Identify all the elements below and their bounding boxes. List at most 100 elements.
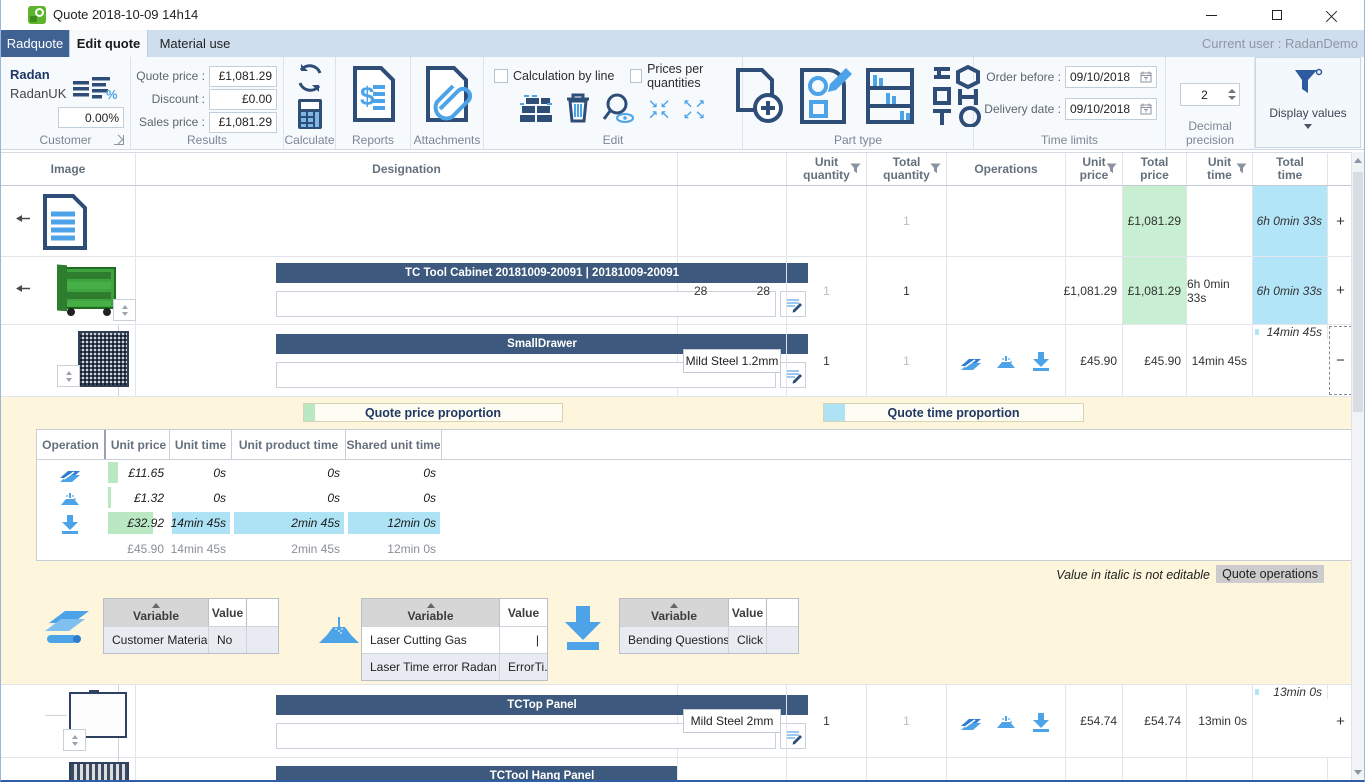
header-total-price[interactable]: Total price bbox=[1123, 153, 1187, 185]
value-column-header[interactable]: Value bbox=[500, 599, 547, 626]
cell-image bbox=[1, 325, 136, 396]
cell-unit-quantity: 1 bbox=[787, 685, 867, 757]
value-column-header[interactable]: Value bbox=[729, 599, 767, 626]
operation-row-unload[interactable]: £32.92 14min 45s 2min 45s 12min 0s bbox=[37, 510, 1357, 536]
cell-total-quantity: 1 bbox=[867, 186, 947, 256]
quantity-spinner[interactable] bbox=[63, 729, 86, 751]
quote-root-row[interactable]: 1 £1,081.29 6h 0min 33s + bbox=[1, 186, 1353, 257]
header-operations[interactable]: Operations bbox=[947, 153, 1066, 185]
filter-icon[interactable] bbox=[930, 163, 941, 174]
deburr-operation-icon[interactable] bbox=[995, 711, 1017, 731]
filter-icon[interactable] bbox=[1106, 163, 1117, 174]
header-total-time[interactable]: Total time bbox=[1253, 153, 1328, 185]
close-button[interactable] bbox=[1309, 0, 1354, 30]
header-designation[interactable]: Designation bbox=[136, 153, 678, 185]
header-unit-time[interactable]: Unit time bbox=[1187, 153, 1253, 185]
italic-note: Value in italic is not editable bbox=[1056, 568, 1210, 582]
quantity-spinner[interactable] bbox=[113, 299, 136, 321]
header-total-quantity[interactable]: Total quantity bbox=[867, 153, 947, 185]
quantity-spinner[interactable] bbox=[57, 365, 80, 387]
value-column-header[interactable]: Value bbox=[209, 599, 247, 626]
variable-row[interactable]: Laser Cutting Gas | bbox=[362, 626, 547, 653]
group-time-limits: Order before : 09/10/2018 Delivery date … bbox=[974, 57, 1166, 149]
customer-dialog-launcher-icon[interactable] bbox=[114, 135, 124, 145]
price-proportion-bar bbox=[108, 462, 118, 483]
part-row-tctop-panel[interactable]: TCTop Panel Mild Steel 2mm 1 1 £54.74 £5… bbox=[1, 685, 1353, 758]
cell-unit-time: 14min 45s bbox=[1187, 325, 1253, 396]
laser-cut-operation-icon bbox=[59, 463, 81, 483]
calculation-by-line-checkbox[interactable]: Calculation by line bbox=[494, 68, 614, 83]
assembly-row[interactable]: TC Tool Cabinet 20181009-20091 | 2018100… bbox=[1, 257, 1353, 325]
part-row-smalldrawer[interactable]: SmallDrawer Mild Steel 1.2mm 1 1 £45.90 … bbox=[1, 325, 1353, 397]
variable-column-header[interactable]: Variable bbox=[362, 599, 500, 626]
header-material[interactable] bbox=[678, 153, 787, 185]
row-expander[interactable]: + bbox=[1328, 186, 1353, 256]
tab-edit-quote[interactable]: Edit quote bbox=[69, 30, 148, 57]
header-unit-price[interactable]: Unit price bbox=[1066, 153, 1123, 185]
variable-row[interactable]: Customer Material No bbox=[104, 626, 278, 653]
discount-input[interactable] bbox=[209, 89, 277, 110]
cell-unit-quantity bbox=[787, 186, 867, 256]
edit-part-icon[interactable] bbox=[796, 66, 852, 129]
quote-price-input[interactable] bbox=[209, 66, 277, 87]
scroll-down-icon[interactable] bbox=[1352, 764, 1364, 780]
display-values-button[interactable]: Display values bbox=[1255, 57, 1361, 148]
inspect-magnifier-icon[interactable] bbox=[602, 93, 636, 126]
filter-icon[interactable] bbox=[1236, 163, 1247, 174]
quote-price-label: Quote price : bbox=[136, 69, 205, 83]
stepper-arrows-icon[interactable] bbox=[1228, 89, 1239, 100]
quote-operations-label[interactable]: Quote operations bbox=[1216, 565, 1324, 583]
calculator-icon[interactable] bbox=[295, 97, 325, 134]
operation-row-deburr[interactable]: £1.32 0s 0s 0s bbox=[37, 485, 1357, 510]
cell-material: Mild Steel 1.2mm bbox=[678, 325, 787, 396]
tab-material-use[interactable]: Material use bbox=[148, 30, 242, 57]
maximize-button[interactable] bbox=[1254, 0, 1299, 30]
sales-price-input[interactable] bbox=[209, 112, 277, 133]
header-image[interactable]: Image bbox=[1, 153, 136, 185]
laser-cut-operation-icon[interactable] bbox=[960, 711, 982, 731]
order-before-date-input[interactable]: 09/10/2018 bbox=[1065, 66, 1157, 88]
attachments-icon[interactable] bbox=[422, 65, 472, 126]
row-expander[interactable]: + bbox=[1328, 257, 1353, 324]
cell-unit-price: £1,081.29 bbox=[1066, 257, 1123, 324]
minimize-button[interactable] bbox=[1189, 0, 1234, 30]
header-unit-quantity[interactable]: Unit quantity bbox=[787, 153, 867, 185]
prices-per-quantities-checkbox[interactable]: Prices per quantities bbox=[630, 68, 742, 83]
group-label-edit: Edit bbox=[484, 133, 742, 147]
stock-shelf-icon[interactable] bbox=[864, 66, 916, 129]
bending-variables-table: Variable Value Bending Questions Click t… bbox=[619, 598, 799, 654]
delivery-date-input[interactable]: 09/10/2018 bbox=[1065, 98, 1157, 120]
cell-unit-price: £54.74 bbox=[1066, 685, 1123, 757]
variable-column-header[interactable]: Variable bbox=[104, 599, 209, 626]
variable-column-header[interactable]: Variable bbox=[620, 599, 729, 626]
delete-trash-icon[interactable] bbox=[565, 93, 591, 126]
reports-icon[interactable]: $ bbox=[349, 65, 397, 126]
scroll-up-icon[interactable] bbox=[1352, 152, 1364, 168]
filter-icon[interactable] bbox=[850, 163, 861, 174]
recalculate-icon[interactable] bbox=[293, 61, 327, 98]
deburr-operation-icon[interactable] bbox=[995, 351, 1017, 371]
operation-row-laser[interactable]: £11.65 0s 0s 0s bbox=[37, 460, 1357, 485]
row-expander[interactable]: + bbox=[1328, 685, 1353, 757]
assembly-bricks-icon[interactable] bbox=[520, 94, 554, 125]
variable-row[interactable]: Laser Time error Radan ErrorTi... bbox=[362, 653, 547, 680]
unload-operation-icon[interactable] bbox=[1030, 350, 1052, 371]
part-row-tctool-hang-panel[interactable]: TCTool Hang Panel bbox=[1, 758, 1353, 782]
scrollbar-thumb[interactable] bbox=[1353, 172, 1363, 412]
variable-row[interactable]: Bending Questions Click t... bbox=[620, 626, 798, 653]
expand-all-icon[interactable]: ↖↗↙↘ bbox=[682, 99, 706, 121]
radquote-window: Quote 2018-10-09 14h14 Radquote Edit quo… bbox=[0, 0, 1365, 782]
row-expander[interactable]: − bbox=[1328, 325, 1353, 396]
customer-discount-input[interactable] bbox=[58, 107, 124, 128]
collapse-all-icon[interactable]: ↘↙↗↖ bbox=[647, 99, 671, 121]
operation-totals-row: £45.90 14min 45s 2min 45s 12min 0s bbox=[37, 536, 1357, 562]
unload-operation-icon[interactable] bbox=[1030, 711, 1052, 732]
maximize-icon bbox=[1272, 10, 1282, 20]
new-part-icon[interactable] bbox=[732, 66, 784, 129]
vertical-scrollbar[interactable] bbox=[1351, 152, 1364, 780]
laser-cut-operation-icon[interactable] bbox=[960, 351, 982, 371]
tab-radquote[interactable]: Radquote bbox=[1, 30, 69, 57]
decimal-precision-stepper[interactable]: 2 bbox=[1180, 83, 1240, 106]
time-proportion-bar bbox=[824, 404, 845, 421]
level-arrow-icon bbox=[14, 284, 31, 294]
